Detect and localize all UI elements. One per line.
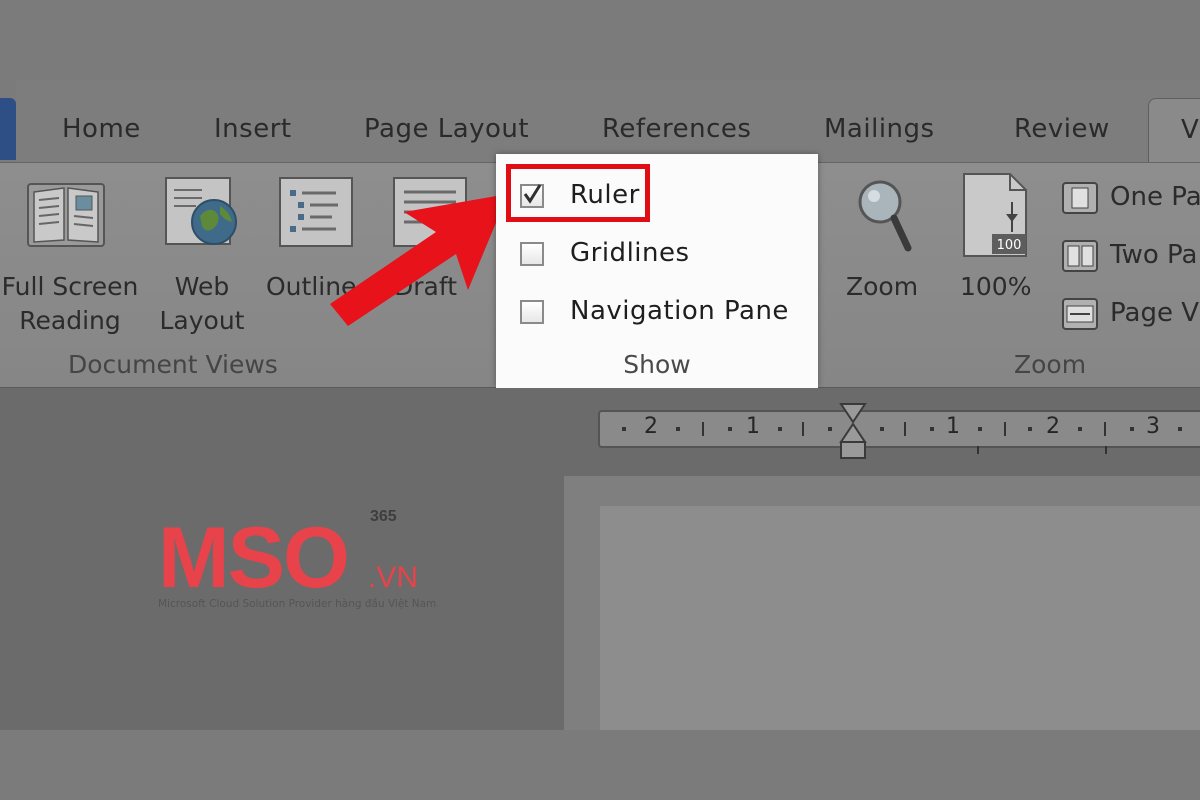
two-pages-icon	[1062, 240, 1098, 272]
logo-tagline: Microsoft Cloud Solution Provider hàng đ…	[158, 598, 437, 610]
ruler-tab-mark	[977, 446, 979, 454]
full-screen-label-2: Reading	[19, 306, 121, 335]
navigation-pane-label[interactable]: Navigation Pane	[570, 296, 789, 326]
tab-page-layout[interactable]: Page Layout	[364, 114, 529, 144]
ruler-number: 3	[1146, 414, 1160, 439]
logo-suffix: .VN	[368, 561, 418, 594]
ruler-number: 1	[746, 414, 760, 439]
gridlines-label[interactable]: Gridlines	[570, 238, 690, 268]
show-group: Ruler Gridlines Navigation Pane Show	[496, 154, 818, 388]
ruler-checkbox[interactable]	[520, 184, 544, 208]
ruler-dot	[1028, 427, 1032, 431]
page-width-button[interactable]: Page V	[1110, 298, 1199, 328]
file-tab[interactable]	[0, 98, 16, 160]
gridlines-checkbox[interactable]	[520, 242, 544, 266]
ruler-dot	[778, 427, 782, 431]
tab-view-label: V	[1181, 115, 1199, 145]
ruler-tab-mark	[1105, 446, 1107, 454]
full-screen-reading-button[interactable]: Full Screen Reading	[0, 270, 144, 338]
navigation-pane-checkbox[interactable]	[520, 300, 544, 324]
tab-references[interactable]: References	[602, 114, 751, 144]
ruler-dot	[880, 427, 884, 431]
ruler-dot	[1178, 427, 1182, 431]
open-book-icon[interactable]	[26, 180, 106, 250]
ruler-tick	[802, 422, 804, 436]
ruler-number: 1	[946, 414, 960, 439]
ruler-label[interactable]: Ruler	[570, 180, 640, 210]
ruler-dot	[978, 427, 982, 431]
horizontal-ruler[interactable]: 2 1 1 2 3	[598, 410, 1200, 448]
ruler-dot	[1130, 427, 1134, 431]
tab-review[interactable]: Review	[1014, 114, 1110, 144]
ruler-tick	[904, 422, 906, 436]
ruler-indent-marker-icon[interactable]	[838, 402, 868, 462]
ruler-tick	[1004, 422, 1006, 436]
web-layout-button[interactable]: Web Layout	[150, 270, 254, 338]
magnifier-icon[interactable]	[852, 176, 916, 256]
zoom-100-badge: 100	[997, 238, 1022, 253]
draft-label: Draft	[394, 272, 458, 301]
zoom-100-label[interactable]: 100%	[960, 272, 1031, 301]
tab-home[interactable]: Home	[62, 114, 141, 144]
tab-view[interactable]: V	[1148, 98, 1200, 165]
mso-logo: MSO 365 .VN	[158, 508, 418, 595]
draft-icon[interactable]	[390, 176, 470, 248]
two-pages-button[interactable]: Two Pa	[1110, 240, 1197, 270]
ruler-dot	[622, 427, 626, 431]
ruler-number: 2	[644, 414, 658, 439]
zoom-group-label: Zoom	[1014, 350, 1087, 379]
zoom-button-label[interactable]: Zoom	[846, 272, 918, 301]
ruler-dot	[930, 427, 934, 431]
checkmark-icon	[523, 184, 542, 204]
bottom-background	[0, 730, 1200, 800]
ruler-dot	[828, 427, 832, 431]
zoom-100-icon[interactable]: 100	[960, 172, 1032, 260]
logo-wordmark: MSO	[158, 510, 348, 595]
tab-mailings[interactable]: Mailings	[824, 114, 935, 144]
logo-superscript: 365	[370, 508, 397, 525]
page-width-icon	[1062, 298, 1098, 330]
full-screen-label-1: Full Screen	[1, 272, 139, 301]
outline-button[interactable]: Outline	[266, 270, 376, 304]
draft-button[interactable]: Draft	[394, 270, 474, 304]
show-group-label: Show	[623, 350, 691, 379]
ruler-dot	[676, 427, 680, 431]
globe-page-icon[interactable]	[162, 176, 242, 248]
one-page-icon	[1062, 182, 1098, 214]
ruler-tick	[1104, 422, 1106, 436]
ruler-dot	[728, 427, 732, 431]
one-page-button[interactable]: One Pa	[1110, 182, 1200, 212]
ruler-number: 2	[1046, 414, 1060, 439]
top-background	[0, 0, 1200, 80]
ruler-tick	[702, 422, 704, 436]
ruler-dot	[1078, 427, 1082, 431]
outline-label: Outline	[266, 272, 357, 301]
web-layout-label-2: Layout	[159, 306, 245, 335]
document-views-group-label: Document Views	[68, 350, 278, 379]
document-page[interactable]	[600, 506, 1200, 730]
tab-insert[interactable]: Insert	[214, 114, 292, 144]
web-layout-label-1: Web	[174, 272, 230, 301]
outline-icon[interactable]	[276, 176, 356, 248]
